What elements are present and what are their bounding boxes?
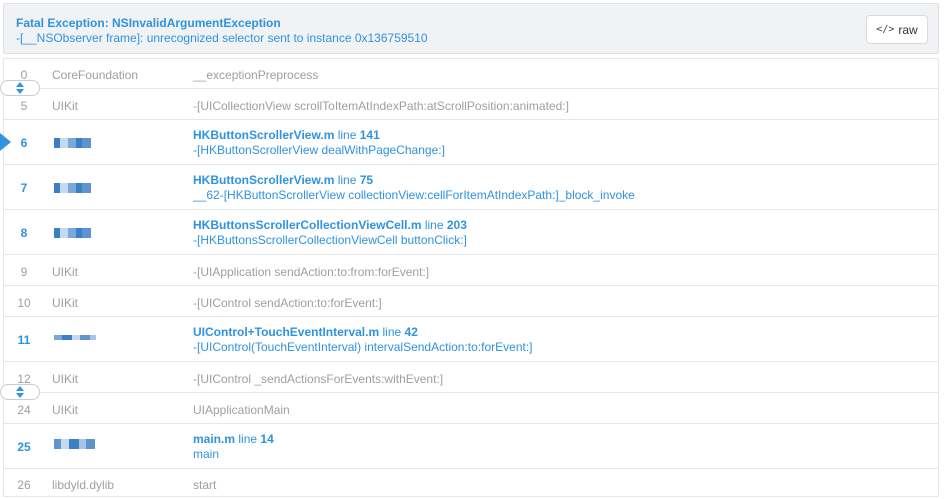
frame-number: 24 (17, 403, 31, 417)
frame-method: -[HKButtonsScrollerCollectionViewCell bu… (193, 233, 467, 247)
frame-number: 8 (20, 226, 28, 240)
redacted-module (54, 228, 91, 238)
exception-header: Fatal Exception: NSInvalidArgumentExcept… (3, 3, 939, 54)
crash-marker-icon (0, 133, 11, 151)
frame-row[interactable]: 12 UIKit -[UIControl _sendActionsForEven… (4, 362, 938, 393)
redacted-module (54, 335, 96, 340)
frame-module: UIKit (52, 372, 79, 386)
frame-number: 7 (20, 181, 28, 195)
raw-button[interactable]: </> raw (866, 15, 928, 44)
frame-file: HKButtonsScrollerCollectionViewCell.m li… (193, 218, 467, 232)
expand-frames-button[interactable] (0, 384, 40, 400)
expand-frames-button[interactable] (0, 80, 40, 96)
frame-number: 11 (17, 333, 31, 347)
code-icon: </> (876, 24, 895, 35)
frame-method: __62-[HKButtonScrollerView collectionVie… (193, 188, 635, 202)
raw-button-label: raw (898, 22, 918, 37)
frame-module: CoreFoundation (52, 68, 139, 82)
frame-file: UIControl+TouchEventInterval.m line 42 (193, 325, 418, 339)
frame-number: 25 (17, 440, 31, 454)
expand-arrows-icon (16, 82, 24, 94)
frame-row[interactable]: 9 UIKit -[UIApplication sendAction:to:fr… (4, 255, 938, 286)
frame-number: 26 (17, 478, 31, 492)
frame-file: HKButtonScrollerView.m line 75 (193, 173, 374, 187)
exception-title: Fatal Exception: NSInvalidArgumentExcept… (16, 16, 281, 30)
frame-file: HKButtonScrollerView.m line 141 (193, 128, 380, 142)
frame-symbol: -[UIApplication sendAction:to:from:forEv… (193, 265, 430, 279)
frame-row[interactable]: 5 UIKit -[UICollectionView scrollToItemA… (4, 89, 938, 120)
frame-row[interactable]: 6 HKButtonScrollerView.m line 141 -[HKBu… (4, 120, 938, 165)
expand-arrows-icon (16, 386, 24, 398)
frame-row[interactable]: 0 CoreFoundation __exceptionPreprocess (4, 59, 938, 89)
redacted-module (54, 183, 91, 193)
frame-method: -[UIControl(TouchEventInterval) interval… (193, 340, 533, 354)
redacted-module (54, 439, 95, 449)
frame-number: 9 (20, 265, 28, 279)
frame-symbol: -[UICollectionView scrollToItemAtIndexPa… (193, 99, 569, 113)
frame-number: 10 (17, 296, 31, 310)
frame-row[interactable]: 7 HKButtonScrollerView.m line 75 __62-[H… (4, 165, 938, 210)
frame-method: main (193, 447, 220, 461)
frame-module: libdyld.dylib (52, 478, 115, 492)
frame-symbol: -[UIControl _sendActionsForEvents:withEv… (193, 372, 444, 386)
redacted-module (54, 138, 91, 148)
frame-symbol: UIApplicationMain (193, 403, 290, 417)
frame-symbol: __exceptionPreprocess (193, 68, 319, 82)
frame-module: UIKit (52, 403, 79, 417)
frame-row[interactable]: 24 UIKit UIApplicationMain (4, 393, 938, 424)
exception-message: -[__NSObserver frame]: unrecognized sele… (16, 31, 428, 45)
frame-number: 5 (20, 99, 28, 113)
stack-frames: 0 CoreFoundation __exceptionPreprocess 5… (3, 58, 939, 497)
frame-symbol: start (193, 478, 217, 492)
frame-module: UIKit (52, 99, 79, 113)
frame-row[interactable]: 11 UIControl+TouchEventInterval.m line 4… (4, 317, 938, 362)
frame-file: main.m line 14 (193, 432, 274, 446)
frame-row[interactable]: 25 main.m line 14 main (4, 424, 938, 469)
frame-symbol: -[UIControl sendAction:to:forEvent:] (193, 296, 382, 310)
frame-row[interactable]: 8 HKButtonsScrollerCollectionViewCell.m … (4, 210, 938, 255)
frame-module: UIKit (52, 265, 79, 279)
frame-module: UIKit (52, 296, 79, 310)
frame-method: -[HKButtonScrollerView dealWithPageChang… (193, 143, 445, 157)
frame-row[interactable]: 10 UIKit -[UIControl sendAction:to:forEv… (4, 286, 938, 317)
frame-row[interactable]: 26 libdyld.dylib start (4, 469, 938, 498)
